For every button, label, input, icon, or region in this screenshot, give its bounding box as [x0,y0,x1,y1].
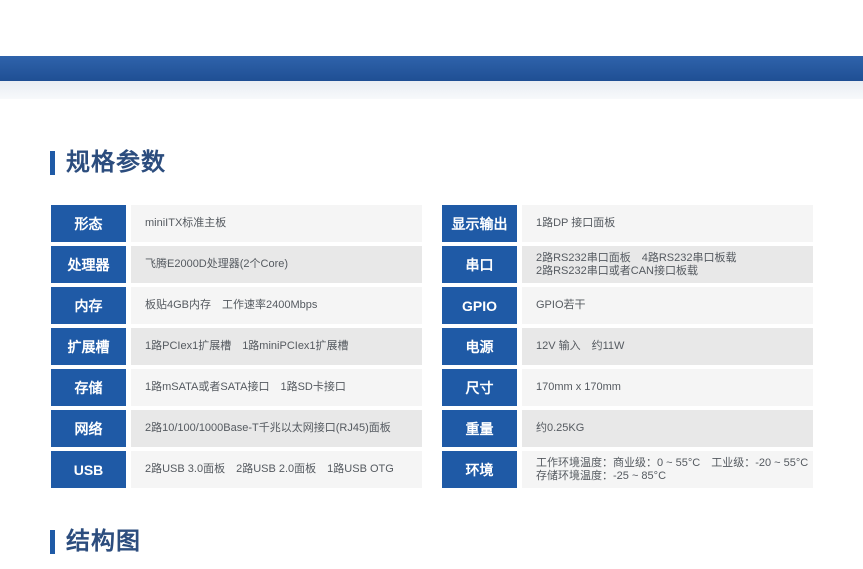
spec-value: 1路DP 接口面板 [522,205,813,242]
spec-value-line: 2路RS232串口面板 4路RS232串口板载 [536,251,737,264]
spec-value-line: 存储环境温度：-25 ~ 85°C [536,469,667,482]
spec-label: 尺寸 [442,369,517,406]
specs-heading-text: 规格参数 [66,149,166,176]
spec-value: 1路PCIex1扩展槽 1路miniPCIex1扩展槽 [131,328,422,365]
spec-value: 板贴4GB内存 工作速率2400Mbps [131,287,422,324]
header-band-shadow [0,81,863,99]
spec-value-line: 飞腾E2000D处理器(2个Core) [145,258,289,270]
spec-value: miniITX标准主板 [131,205,422,242]
spec-row: 尺寸 170mm x 170mm [442,369,813,406]
spec-label: USB [51,451,126,488]
spec-label: 串口 [442,246,517,283]
spec-row: 重量 约0.25KG [442,410,813,447]
spec-value: 2路RS232串口面板 4路RS232串口板载 2路RS232串口或者CAN接口板… [522,246,813,283]
spec-label: 扩展槽 [51,328,126,365]
spec-value-line: 约0.25KG [536,422,585,434]
spec-row: 内存 板贴4GB内存 工作速率2400Mbps [51,287,422,324]
spec-value: GPIO若干 [522,287,813,324]
spec-label: 显示输出 [442,205,517,242]
spec-row: 电源 12V 输入 约11W [442,328,813,365]
spec-value: 170mm x 170mm [522,369,813,406]
spec-row: 存储 1路mSATA或者SATA接口 1路SD卡接口 [51,369,422,406]
spec-value-line: 170mm x 170mm [536,381,621,393]
heading-accent-bar [50,151,55,175]
spec-value-line: 2路USB 3.0面板 2路USB 2.0面板 1路USB OTG [145,463,394,475]
spec-row: 环境 工作环境温度：商业级：0 ~ 55°C 工业级：-20 ~ 55°C 存储环境… [442,451,813,488]
spec-value-line: 12V 输入 约11W [536,340,625,352]
spec-row: GPIO GPIO若干 [442,287,813,324]
spec-label: 存储 [51,369,126,406]
spec-label: 网络 [51,410,126,447]
specs-table-left: 形态 miniITX标准主板处理器 飞腾E2000D处理器(2个Core) 内存 板贴4… [51,205,422,492]
structure-heading: 结构图 [50,529,141,555]
spec-value: 约0.25KG [522,410,813,447]
spec-value-line: 2路10/100/1000Base-T千兆以太网接口(RJ45)面板 [145,422,391,434]
structure-heading-text: 结构图 [66,528,141,555]
spec-value: 2路10/100/1000Base-T千兆以太网接口(RJ45)面板 [131,410,422,447]
spec-value: 工作环境温度：商业级：0 ~ 55°C 工业级：-20 ~ 55°C 存储环境温度… [522,451,813,488]
spec-value: 1路mSATA或者SATA接口 1路SD卡接口 [131,369,422,406]
spec-value: 12V 输入 约11W [522,328,813,365]
spec-value-line: 1路PCIex1扩展槽 1路miniPCIex1扩展槽 [145,340,349,352]
spec-label: 重量 [442,410,517,447]
spec-value-line: 2路RS232串口或者CAN接口板载 [536,264,698,277]
spec-value-line: 板贴4GB内存 工作速率2400Mbps [145,299,318,311]
spec-label: 环境 [442,451,517,488]
spec-value: 飞腾E2000D处理器(2个Core) [131,246,422,283]
spec-label: 内存 [51,287,126,324]
spec-value-line: miniITX标准主板 [145,217,227,229]
spec-row: 扩展槽 1路PCIex1扩展槽 1路miniPCIex1扩展槽 [51,328,422,365]
specs-table-right: 显示输出 1路DP 接口面板 串口 2路RS232串口面板 4路RS232串口板载 2路… [442,205,813,492]
spec-value: 2路USB 3.0面板 2路USB 2.0面板 1路USB OTG [131,451,422,488]
spec-label: 处理器 [51,246,126,283]
spec-row: 网络 2路10/100/1000Base-T千兆以太网接口(RJ45)面板 [51,410,422,447]
spec-value-line: 工作环境温度：商业级：0 ~ 55°C 工业级：-20 ~ 55°C [536,456,809,469]
header-band [0,56,863,81]
specs-heading: 规格参数 [50,150,166,176]
spec-row: 显示输出 1路DP 接口面板 [442,205,813,242]
spec-row: USB 2路USB 3.0面板 2路USB 2.0面板 1路USB OTG [51,451,422,488]
spec-row: 形态 miniITX标准主板 [51,205,422,242]
spec-label: 形态 [51,205,126,242]
spec-value-line: 1路DP 接口面板 [536,217,616,229]
spec-row: 处理器 飞腾E2000D处理器(2个Core) [51,246,422,283]
spec-label: GPIO [442,287,517,324]
spec-label: 电源 [442,328,517,365]
spec-value-line: 1路mSATA或者SATA接口 1路SD卡接口 [145,381,346,393]
spec-row: 串口 2路RS232串口面板 4路RS232串口板载 2路RS232串口或者CAN接… [442,246,813,283]
heading-accent-bar [50,530,55,554]
spec-value-line: GPIO若干 [536,299,586,311]
